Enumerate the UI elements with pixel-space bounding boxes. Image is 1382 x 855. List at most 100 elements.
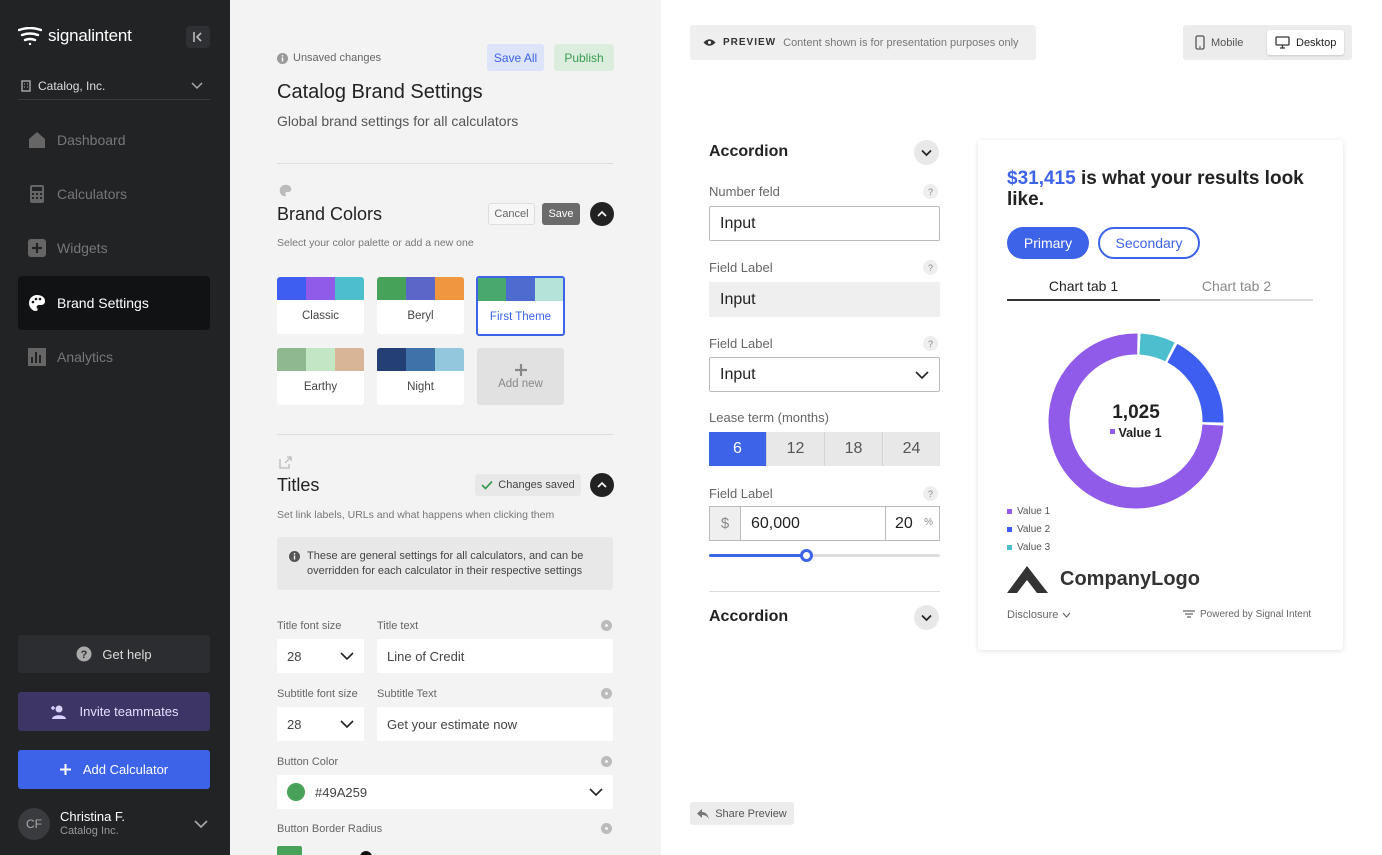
disclosure-toggle[interactable]: Disclosure <box>1007 609 1071 621</box>
plus-icon <box>514 363 527 376</box>
device-toggle: Mobile Desktop <box>1183 25 1352 60</box>
palette-icon <box>29 295 45 311</box>
palette-beryl[interactable]: Beryl <box>377 277 464 334</box>
collapse-icon <box>193 32 202 42</box>
sidebar-item-label: Dashboard <box>57 132 126 148</box>
sidebar-item-dashboard[interactable]: Dashboard <box>18 113 210 167</box>
donut-center-value: 1,025 <box>1112 402 1160 423</box>
app-logo[interactable]: signalintent <box>18 26 132 46</box>
unsaved-indicator: Unsaved changes <box>277 52 381 64</box>
lease-option[interactable]: 18 <box>825 432 883 466</box>
lease-option[interactable]: 12 <box>767 432 825 466</box>
donut-slice-3 <box>1139 333 1175 362</box>
help-icon[interactable]: ? <box>923 486 938 501</box>
publish-button[interactable]: Publish <box>554 44 614 71</box>
amount-slider[interactable] <box>709 549 940 562</box>
currency-prefix: $ <box>710 507 741 540</box>
sidebar-item-calculators[interactable]: Calculators <box>18 167 210 221</box>
building-icon <box>21 79 31 92</box>
disabled-input[interactable]: Input <box>709 282 940 317</box>
chevron-up-icon <box>597 481 607 488</box>
collapse-titles-button[interactable] <box>590 473 614 497</box>
accordion-title: Accordion <box>709 608 789 625</box>
mountain-logo-icon <box>1007 566 1048 593</box>
help-icon[interactable] <box>601 823 612 834</box>
title-font-size-select[interactable]: 28 <box>277 639 364 673</box>
mobile-toggle[interactable]: Mobile <box>1187 30 1251 55</box>
info-box: These are general settings for all calcu… <box>277 537 613 590</box>
slider-thumb[interactable] <box>800 549 814 562</box>
help-icon[interactable]: ? <box>923 260 938 275</box>
preview-note: Content shown is for presentation purpos… <box>783 36 1019 49</box>
radius-preview-swatch <box>277 846 302 855</box>
number-input[interactable]: Input <box>709 206 940 241</box>
collapse-sidebar-button[interactable] <box>186 26 210 48</box>
button-color-select[interactable]: #49A259 <box>277 775 613 809</box>
svg-text:?: ? <box>81 649 88 661</box>
help-icon[interactable] <box>601 620 612 631</box>
help-icon[interactable] <box>601 688 612 699</box>
desktop-toggle[interactable]: Desktop <box>1267 30 1345 55</box>
help-icon[interactable]: ? <box>923 184 938 199</box>
radius-slider-thumb[interactable] <box>360 851 372 855</box>
save-all-button[interactable]: Save All <box>487 44 544 71</box>
chart-tab-1[interactable]: Chart tab 1 <box>1007 273 1160 301</box>
lease-option[interactable]: 6 <box>709 432 767 466</box>
palette-first-theme[interactable]: First Theme <box>476 276 565 336</box>
title-font-size-value: 28 <box>287 648 302 664</box>
help-icon[interactable]: ? <box>923 336 938 351</box>
subtitle-text-input[interactable]: Get your estimate now <box>377 707 613 741</box>
subtitle-font-size-select[interactable]: 28 <box>277 707 364 741</box>
subtitle-font-size-value: 28 <box>287 716 302 732</box>
legend-item: Value 2 <box>1007 524 1050 535</box>
add-calculator-label: Add Calculator <box>82 762 169 777</box>
title-text-input[interactable]: Line of Credit <box>377 639 613 673</box>
save-button[interactable]: Save <box>542 203 580 225</box>
invite-teammates-button[interactable]: Invite teammates <box>18 692 210 731</box>
sidebar-item-brand-settings[interactable]: Brand Settings <box>18 276 210 330</box>
chart-tab-2[interactable]: Chart tab 2 <box>1160 273 1313 301</box>
select-input[interactable]: Input <box>709 357 940 392</box>
info-icon <box>289 551 300 562</box>
field-label: Field Label <box>709 260 773 275</box>
accordion-toggle[interactable] <box>914 605 939 630</box>
primary-button[interactable]: Primary <box>1007 227 1089 259</box>
powered-label: Powered by Signal Intent <box>1200 609 1312 620</box>
secondary-button[interactable]: Secondary <box>1098 227 1200 259</box>
cancel-button[interactable]: Cancel <box>488 203 535 225</box>
field-label: Field Label <box>709 336 773 351</box>
sidebar-item-widgets[interactable]: Widgets <box>18 221 210 275</box>
disabled-input-value: Input <box>720 290 756 308</box>
sidebar-item-label: Widgets <box>57 240 108 256</box>
org-switcher[interactable]: Catalog, Inc. <box>18 72 210 100</box>
lease-term-selector: 6 12 18 24 <box>709 432 940 466</box>
amount-input[interactable]: 60,000 <box>741 507 886 540</box>
add-calculator-button[interactable]: Add Calculator <box>18 750 210 789</box>
sidebar-item-analytics[interactable]: Analytics <box>18 330 210 384</box>
lease-option[interactable]: 24 <box>883 432 940 466</box>
add-palette-button[interactable]: Add new <box>477 348 564 405</box>
help-icon: ? <box>76 646 92 662</box>
plus-square-icon <box>28 239 46 257</box>
preview-panel: PREVIEW Content shown is for presentatio… <box>661 0 1382 855</box>
legend-label: Value 2 <box>1017 524 1051 535</box>
palette-earthy[interactable]: Earthy <box>277 348 364 405</box>
subtitle-text-label: Subtitle Text <box>377 688 437 700</box>
get-help-button[interactable]: ? Get help <box>18 635 210 673</box>
button-color-label: Button Color <box>277 756 339 768</box>
slider-fill <box>709 554 807 557</box>
titles-description: Set link labels, URLs and what happens w… <box>277 509 555 521</box>
disclosure-label: Disclosure <box>1007 609 1059 621</box>
user-menu[interactable]: CF Christina F. Catalog Inc. <box>18 806 213 842</box>
accordion-toggle[interactable] <box>914 140 939 165</box>
palette-night[interactable]: Night <box>377 348 464 405</box>
help-icon[interactable] <box>601 756 612 767</box>
palette-name: Beryl <box>407 310 434 322</box>
percent-input[interactable]: 20% <box>886 507 939 540</box>
collapse-brand-colors-button[interactable] <box>590 202 614 226</box>
desktop-label: Desktop <box>1296 36 1337 49</box>
palette-classic[interactable]: Classic <box>277 277 364 334</box>
share-preview-button[interactable]: Share Preview <box>690 802 794 825</box>
mobile-label: Mobile <box>1211 36 1244 49</box>
number-field-label: Number feld <box>709 184 780 199</box>
